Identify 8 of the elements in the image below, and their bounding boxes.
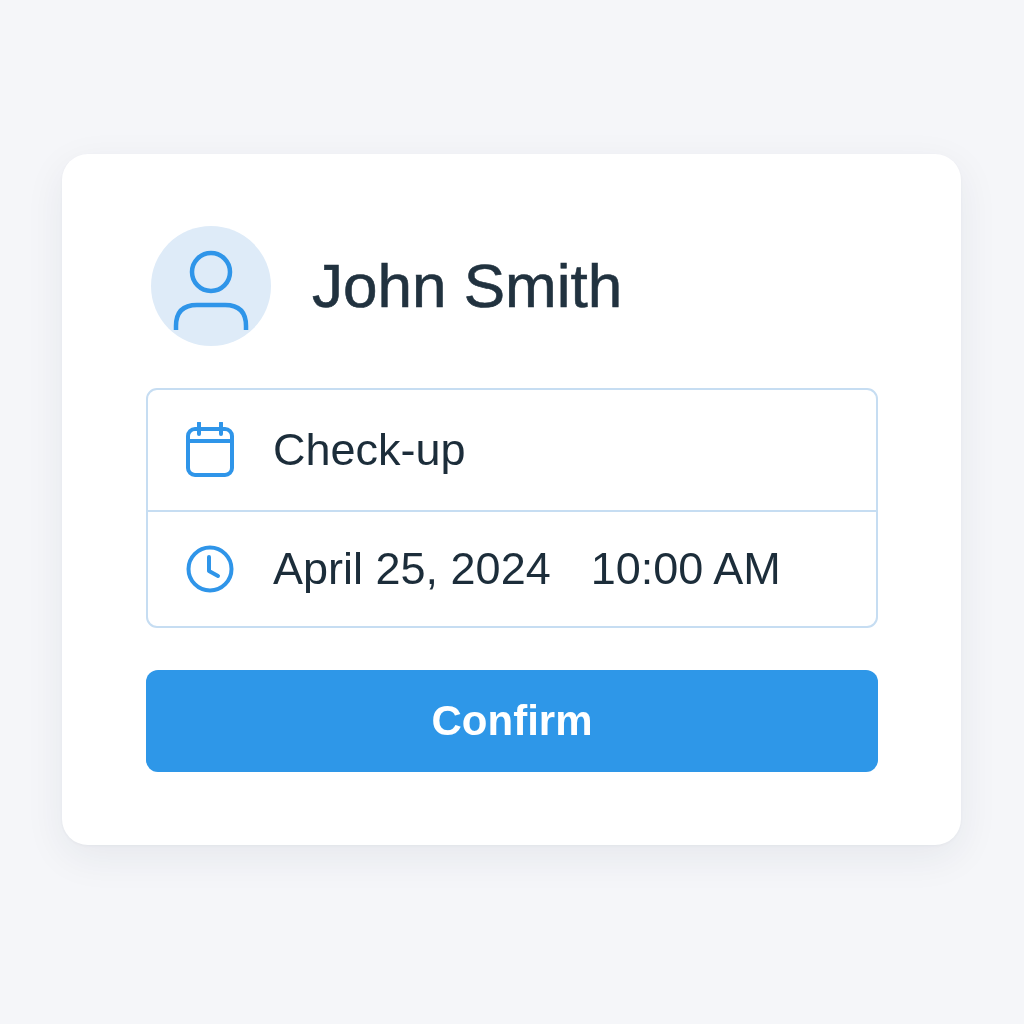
appointment-type-text: Check-up: [273, 424, 466, 476]
calendar-icon: [186, 422, 234, 478]
person-name: John Smith: [312, 250, 623, 322]
clock-icon: [186, 545, 234, 593]
avatar-icon: [151, 226, 271, 346]
date-text: April 25, 2024: [273, 543, 551, 595]
confirm-button[interactable]: Confirm: [146, 670, 878, 772]
time-text: 10:00 AM: [590, 543, 781, 595]
